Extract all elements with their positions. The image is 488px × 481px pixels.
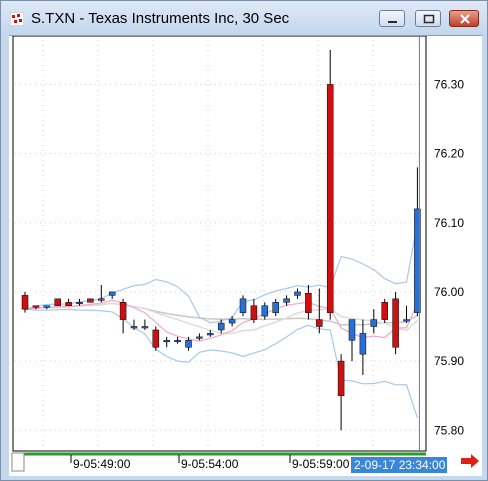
candle-body[interactable] [261, 305, 269, 317]
candle-body[interactable] [294, 291, 301, 296]
candle-body[interactable] [32, 305, 40, 308]
y-tick-label: 76.00 [434, 285, 464, 299]
candle-body[interactable] [283, 298, 290, 303]
candle-body[interactable] [87, 298, 94, 303]
y-tick-label: 76.10 [434, 216, 464, 230]
minimize-button[interactable] [379, 10, 405, 27]
candle-body[interactable] [316, 319, 323, 327]
candle-body[interactable] [43, 305, 51, 308]
x-tick-label: 9-05:49:00 [73, 457, 131, 471]
candle-body[interactable] [337, 360, 345, 396]
candlestick-chart[interactable]: 76.30 76.20 76.10 76.00 75.90 75.80 9-05:49:00… [9, 36, 482, 476]
title-bar[interactable]: S.TXN - Texas Instruments Inc, 30 Sec [1, 1, 487, 35]
candle-body[interactable] [108, 291, 116, 296]
candle-body[interactable] [163, 340, 170, 343]
candle-body[interactable] [217, 322, 225, 331]
scroll-right-arrow-icon[interactable] [461, 454, 481, 468]
candle-body[interactable] [250, 305, 258, 320]
candle-body[interactable] [130, 326, 138, 329]
candle-body[interactable] [392, 298, 399, 348]
candle-body[interactable] [141, 326, 149, 329]
close-icon [460, 14, 470, 24]
candle-body[interactable] [348, 319, 356, 341]
candle-body[interactable] [272, 302, 279, 313]
y-tick-label: 76.20 [434, 147, 464, 161]
candle-body[interactable] [207, 333, 214, 336]
candle-body[interactable] [119, 302, 127, 320]
candle-body[interactable] [196, 336, 203, 339]
minimize-icon [388, 21, 397, 23]
candle-body[interactable] [381, 302, 388, 320]
candle-body[interactable] [54, 298, 61, 307]
candle-body[interactable] [65, 302, 72, 306]
candle-body[interactable] [326, 84, 334, 313]
x-tick-label: 9-05:54:00 [181, 457, 239, 471]
candle-body[interactable] [228, 319, 236, 324]
y-tick-label: 75.80 [434, 423, 464, 437]
chart-app-icon[interactable] [10, 12, 24, 26]
plot-area [12, 36, 427, 452]
candle-body[interactable] [403, 319, 410, 322]
candle-body[interactable] [185, 340, 192, 348]
maximize-button[interactable] [415, 10, 441, 27]
close-button[interactable] [449, 10, 479, 27]
chart-area[interactable]: 76.30 76.20 76.10 76.00 75.90 75.80 9-05:49:00… [9, 35, 482, 476]
candle-body[interactable] [174, 340, 181, 343]
candle-body[interactable] [239, 298, 247, 313]
candle-body[interactable] [359, 333, 367, 355]
maximize-icon [423, 14, 435, 24]
candle-body[interactable] [370, 319, 378, 327]
candle-body[interactable] [21, 295, 29, 310]
candle-body[interactable] [76, 302, 83, 305]
candle-body[interactable] [98, 298, 105, 301]
x-tick-label: 9-05:59:00 [292, 457, 350, 471]
candle-body[interactable] [305, 293, 312, 313]
scroll-thumb[interactable] [11, 452, 25, 472]
chart-window: S.TXN - Texas Instruments Inc, 30 Sec 76… [0, 0, 488, 481]
window-title: S.TXN - Texas Instruments Inc, 30 Sec [31, 10, 290, 27]
y-tick-label: 76.30 [434, 77, 464, 91]
candle-body[interactable] [152, 329, 160, 348]
cursor-time-label: 2-09-17 23:34:00 [354, 458, 446, 472]
y-tick-label: 75.90 [434, 354, 464, 368]
